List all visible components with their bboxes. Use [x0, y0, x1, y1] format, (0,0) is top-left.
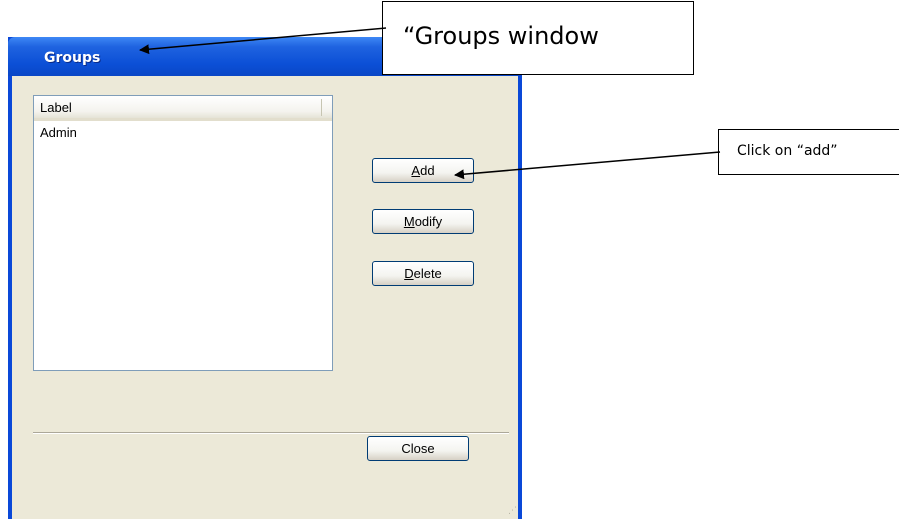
modify-button-mnemonic: M [403, 214, 415, 229]
groups-list[interactable]: Label Admin [33, 95, 333, 371]
groups-window: Groups Label Admin Add Modify Delete Clo… [8, 37, 522, 519]
column-header-label[interactable]: Label [40, 100, 72, 115]
add-callout-text: Click on “add” [737, 143, 838, 159]
groups-window-callout: “Groups window [382, 1, 694, 75]
close-button[interactable]: Close [367, 436, 469, 461]
footer-divider [33, 432, 509, 434]
delete-button[interactable]: Delete [372, 261, 474, 286]
window-client-area: Label Admin Add Modify Delete Close ⋰ [12, 76, 518, 519]
window-title: Groups [44, 50, 101, 66]
list-header: Label [34, 96, 332, 121]
add-button-label: dd [420, 163, 435, 178]
add-button-mnemonic: A [411, 163, 421, 178]
add-callout: Click on “add” [718, 129, 899, 175]
groups-window-callout-text: “Groups window [403, 22, 599, 50]
delete-button-mnemonic: D [404, 266, 414, 281]
modify-button[interactable]: Modify [372, 209, 474, 234]
list-item[interactable]: Admin [40, 125, 77, 140]
column-separator[interactable] [321, 99, 322, 116]
add-button[interactable]: Add [372, 158, 474, 183]
modify-button-label: odify [414, 214, 443, 229]
resize-grip-icon[interactable]: ⋰ [505, 506, 517, 517]
close-button-label: Close [401, 441, 435, 456]
delete-button-label: elete [413, 266, 442, 281]
